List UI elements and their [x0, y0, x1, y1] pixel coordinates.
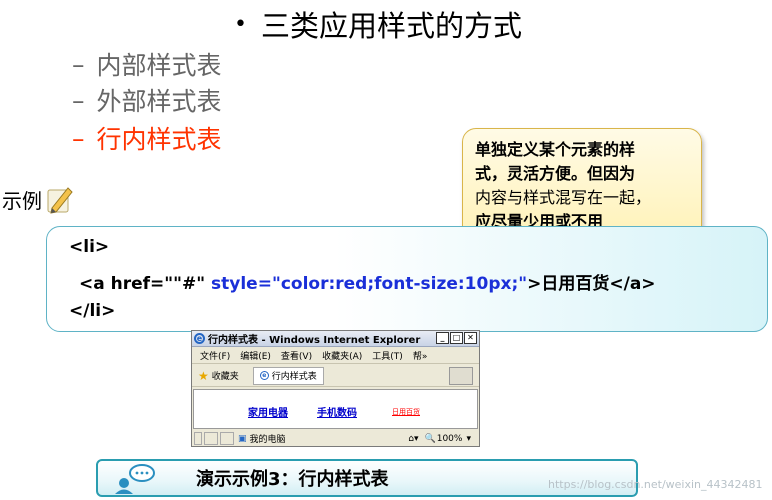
dash-icon: –	[72, 85, 85, 115]
code-line-3: </li>	[69, 301, 116, 321]
browser-tab-label: 行内样式表	[271, 372, 317, 382]
browser-tab[interactable]: e 行内样式表	[252, 366, 324, 385]
callout-line: 内容与样式混写在一起，	[475, 188, 652, 207]
callout-note: 单独定义某个元素的样 式，灵活方便。但因为 内容与样式混写在一起， 应尽量少用或…	[462, 128, 702, 240]
status-cell	[220, 432, 234, 445]
watermark: https://blog.csdn.net/weixin_44342481	[548, 478, 763, 491]
link-daily-goods[interactable]: 日用百货	[392, 407, 420, 417]
browser-window: e 行内样式表 - Windows Internet Explorer _ □ …	[191, 330, 480, 447]
code-box: <li> <a href=""#" style="color:red;font-…	[46, 226, 768, 332]
list-item-internal: – 内部样式表	[72, 48, 222, 81]
demo-label: 演示示例3：行内样式表	[196, 469, 389, 490]
callout-strong-text: 式，灵活方便。	[475, 164, 588, 183]
code-style-attr: style="color:red;font-size:10px;"	[211, 274, 528, 294]
status-bar: ▣ 我的电脑 ⌂▾ 🔍 100% ▾	[192, 430, 479, 447]
ie-logo-icon: e	[194, 333, 205, 344]
callout-line: 式，灵活方便。但因为	[475, 162, 691, 186]
new-tab-button[interactable]	[449, 367, 473, 385]
zoom-dropdown-icon[interactable]: ▾	[466, 434, 471, 444]
menu-favorites[interactable]: 收藏夹(A)	[322, 349, 362, 362]
callout-strong-text: 但因为	[587, 164, 636, 183]
browser-titlebar: e 行内样式表 - Windows Internet Explorer _ □ …	[192, 331, 479, 347]
menu-tools[interactable]: 工具(T)	[372, 349, 403, 362]
code-tag-open: <a href=""#"	[79, 274, 212, 294]
bullet-icon: •	[234, 11, 247, 37]
chat-person-icon	[115, 464, 155, 494]
list-item-external: – 外部样式表	[72, 84, 222, 117]
menu-edit[interactable]: 编辑(E)	[240, 349, 271, 362]
menu-help[interactable]: 帮»	[413, 349, 428, 362]
browser-title-text: 行内样式表 - Windows Internet Explorer	[208, 335, 421, 346]
list-item-label: 外部样式表	[96, 87, 222, 116]
minimize-button[interactable]: _	[436, 332, 449, 344]
computer-icon: ▣	[238, 433, 247, 444]
favorites-button[interactable]: 收藏夹	[212, 369, 239, 382]
status-cell	[194, 432, 202, 445]
example-label: 示例	[2, 182, 76, 216]
slide-title-text: 三类应用样式的方式	[260, 9, 522, 43]
browser-content: 家用电器 手机数码 日用百货	[193, 389, 478, 429]
dash-icon: –	[72, 123, 85, 153]
zoom-level[interactable]: 100%	[437, 434, 463, 444]
example-label-text: 示例	[2, 188, 42, 213]
close-button[interactable]: ✕	[464, 332, 477, 344]
list-item-label: 行内样式表	[96, 125, 222, 154]
code-tag-close: >日用百货</a>	[527, 274, 656, 294]
status-zone-text: 我的电脑	[249, 435, 286, 445]
favorites-bar: ★ 收藏夹 e 行内样式表	[192, 365, 479, 387]
slide-title: • 三类应用样式的方式	[234, 6, 522, 43]
protected-mode-icon[interactable]: ⌂▾	[408, 434, 418, 444]
code-line-2: <a href=""#" style="color:red;font-size:…	[79, 269, 656, 294]
callout-line: 单独定义某个元素的样	[475, 140, 636, 159]
list-item-inline: – 行内样式表	[72, 122, 222, 155]
ie-tab-icon: e	[259, 371, 269, 380]
browser-menubar: 文件(F) 编辑(E) 查看(V) 收藏夹(A) 工具(T) 帮»	[192, 348, 479, 364]
menu-view[interactable]: 查看(V)	[281, 349, 312, 362]
status-cell	[204, 432, 218, 445]
dash-icon: –	[72, 49, 85, 79]
star-icon: ★	[198, 368, 209, 383]
link-mobile-digital[interactable]: 手机数码	[317, 404, 357, 419]
zoom-icon: 🔍	[424, 433, 436, 444]
maximize-button[interactable]: □	[450, 332, 463, 344]
menu-file[interactable]: 文件(F)	[200, 349, 230, 362]
link-home-appliance[interactable]: 家用电器	[248, 404, 288, 419]
list-item-label: 内部样式表	[96, 51, 222, 80]
pencil-icon	[47, 187, 73, 214]
code-line-1: <li>	[69, 237, 110, 257]
window-controls: _ □ ✕	[436, 332, 477, 344]
